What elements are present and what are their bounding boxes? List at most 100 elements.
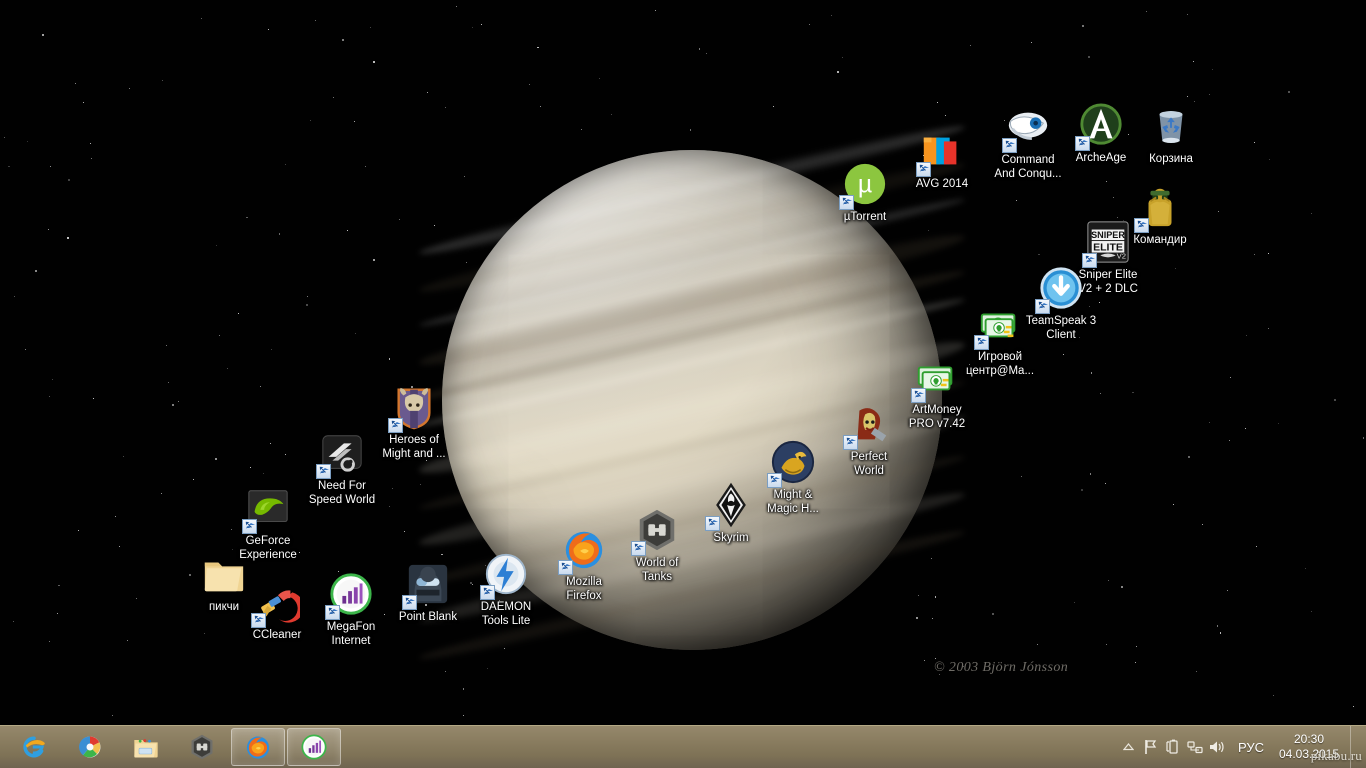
star [444, 670, 446, 672]
star [1080, 489, 1083, 492]
show-desktop-button[interactable] [1350, 725, 1360, 768]
star [1217, 625, 1219, 627]
star [992, 612, 994, 615]
clock-time: 20:30 [1293, 732, 1325, 746]
star [1268, 252, 1270, 254]
star [917, 595, 919, 597]
komandir-icon [1134, 183, 1184, 233]
star [250, 467, 252, 469]
desktop-icon-label: ArcheAge [1075, 152, 1127, 164]
taskbar-button-explorer-folder[interactable] [119, 728, 173, 766]
action-center-flag-icon[interactable] [1140, 729, 1162, 765]
shortcut-overlay-icon [1002, 138, 1017, 153]
shortcut-overlay-icon [251, 613, 266, 628]
star [1187, 13, 1189, 15]
desktop-icon-label: MegaFon Internet [326, 621, 376, 647]
star [1334, 398, 1337, 401]
star [246, 216, 248, 218]
star [399, 218, 400, 220]
wallpaper-credit: © 2003 Björn Jónsson [934, 660, 1069, 675]
daemon-tools-icon [480, 550, 530, 600]
star [1244, 427, 1246, 429]
star [48, 396, 50, 398]
heroes-might-icon [388, 383, 438, 433]
star [1089, 473, 1092, 475]
taskbar-button-internet-explorer[interactable] [7, 728, 61, 766]
star [444, 107, 447, 109]
star [57, 613, 58, 615]
desktop-icon-world-of-tanks[interactable]: World ofTanks [615, 506, 699, 584]
star [936, 101, 938, 103]
media-center-icon [75, 732, 105, 762]
star [611, 114, 613, 116]
desktop-icon-label: пикчи [208, 601, 240, 613]
desktop-icon-megafon[interactable]: MegaFonInternet [309, 570, 393, 648]
taskbar-button-megafon[interactable] [287, 728, 341, 766]
star [503, 647, 505, 649]
star [200, 17, 202, 19]
clock-date: 04.03.2015 [1278, 747, 1340, 761]
star [540, 106, 542, 108]
taskbar[interactable]: РУС 20:30 04.03.2015 [0, 725, 1366, 768]
star [465, 261, 467, 263]
desktop-icon-label: DAEMON Tools Lite [480, 601, 532, 627]
show-hidden-icons-chevron[interactable] [1118, 729, 1140, 765]
star [3, 137, 5, 139]
desktop-icon-command-conquer[interactable]: CommandAnd Conqu... [986, 103, 1070, 181]
star [916, 617, 918, 619]
desktop-icon-point-blank[interactable]: Point Blank [386, 560, 470, 624]
desktop-icon-daemon-tools[interactable]: DAEMONTools Lite [464, 550, 548, 628]
star [284, 164, 286, 166]
desktop-icon-perfect-world[interactable]: PerfectWorld [827, 400, 911, 478]
star [89, 143, 91, 145]
shortcut-overlay-icon [839, 195, 854, 210]
star [1063, 354, 1065, 355]
star [1277, 423, 1279, 425]
desktop-icon-label: World of Tanks [635, 557, 679, 583]
star [464, 176, 466, 178]
taskbar-button-firefox[interactable] [231, 728, 285, 766]
star [472, 26, 474, 28]
desktop-icon-heroes-might[interactable]: Heroes ofMight and ... [372, 383, 456, 461]
firefox-icon [243, 732, 273, 762]
shortcut-overlay-icon [911, 388, 926, 403]
clock[interactable]: 20:30 04.03.2015 [1274, 732, 1348, 762]
desktop-icon-utorrent[interactable]: µ µTorrent [823, 160, 907, 224]
desktop-icon-avg[interactable]: AVG 2014 [900, 127, 984, 191]
shortcut-overlay-icon [558, 560, 573, 575]
battery-icon[interactable] [1162, 729, 1184, 765]
geforce-icon [242, 484, 292, 534]
star [1173, 503, 1175, 505]
shortcut-overlay-icon [1075, 136, 1090, 151]
star [93, 397, 95, 399]
star [271, 348, 273, 350]
star [1121, 585, 1123, 588]
volume-icon[interactable] [1206, 729, 1228, 765]
star [481, 24, 483, 26]
taskbar-button-media-center[interactable] [63, 728, 117, 766]
language-indicator[interactable]: РУС [1228, 740, 1274, 755]
desktop-icon-firefox[interactable]: MozillaFirefox [542, 525, 626, 603]
desktop-icon-recycle-bin[interactable]: Корзина [1129, 102, 1213, 166]
desktop-icon-geforce[interactable]: GeForceExperience [226, 484, 310, 562]
skyrim-icon [705, 481, 755, 531]
star [8, 166, 10, 168]
utorrent-icon: µ [839, 160, 889, 210]
star [1253, 253, 1255, 255]
network-icon[interactable] [1184, 729, 1206, 765]
star [262, 472, 265, 474]
shortcut-overlay-icon [974, 335, 989, 350]
star [1105, 181, 1107, 182]
star [114, 515, 116, 517]
desktop-icon-skyrim[interactable]: Skyrim [689, 481, 773, 545]
desktop-icon-label: CCleaner [252, 629, 302, 641]
shortcut-overlay-icon [480, 585, 495, 600]
taskbar-button-world-of-tanks[interactable] [175, 728, 229, 766]
star [537, 47, 539, 49]
star [1195, 671, 1197, 673]
desktop-icon-label: Perfect World [850, 451, 888, 477]
star [930, 558, 932, 560]
star [215, 457, 218, 460]
star [219, 335, 220, 336]
star [13, 295, 15, 297]
